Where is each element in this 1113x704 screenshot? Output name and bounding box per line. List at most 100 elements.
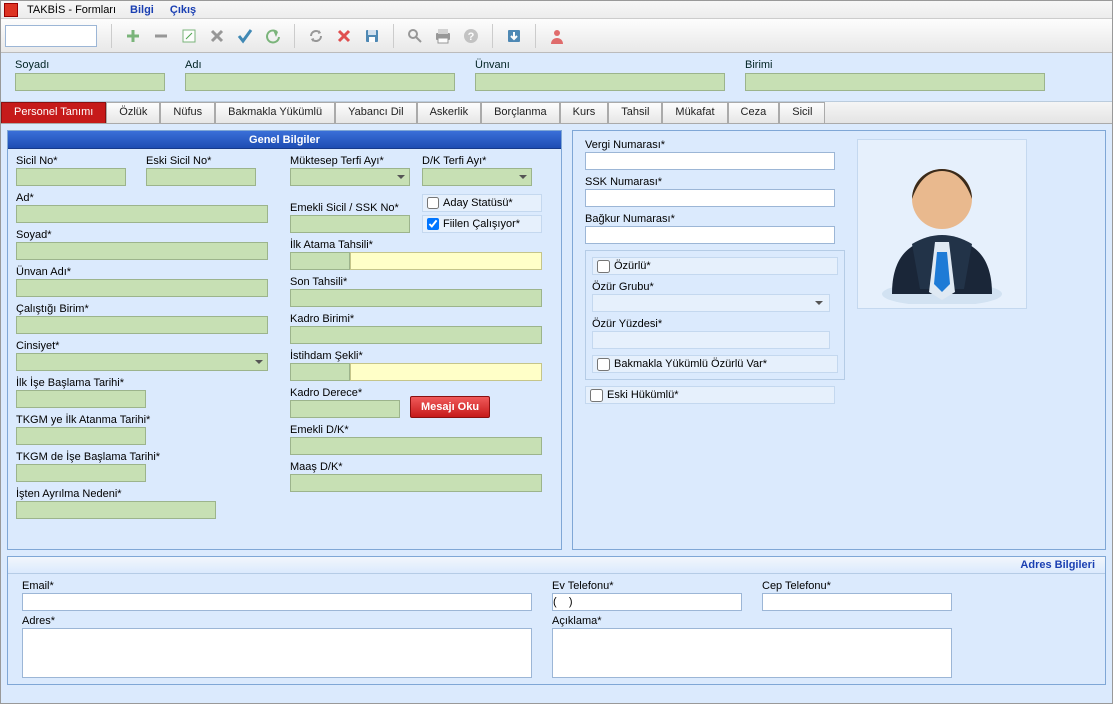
fld-emeklidk[interactable] [290, 437, 542, 455]
fld-eskisicil[interactable] [146, 168, 256, 186]
fld-adres[interactable] [22, 628, 532, 678]
chk-bakmaklaoz[interactable]: Bakmakla Yükümlü Özürlü Var* [592, 355, 838, 373]
fld-tkgmde[interactable] [16, 464, 146, 482]
lbl-soyad: Soyad* [16, 229, 276, 241]
fld-ceptel[interactable] [762, 593, 952, 611]
tab-yabanci[interactable]: Yabancı Dil [335, 102, 416, 123]
delete-button[interactable] [331, 23, 357, 49]
fld-emeklissk[interactable] [290, 215, 410, 233]
toolbar-sep [111, 24, 112, 48]
fld-email[interactable] [22, 593, 532, 611]
cancel-button[interactable] [204, 23, 230, 49]
panel-genel: Genel Bilgiler Sicil No* Eski Sicil No* … [7, 130, 562, 550]
remove-button[interactable] [148, 23, 174, 49]
download-button[interactable] [501, 23, 527, 49]
chk-fiilen[interactable]: Fiilen Çalışıyor* [422, 215, 542, 233]
fld-tkgmilk[interactable] [16, 427, 146, 445]
tab-kurs[interactable]: Kurs [560, 102, 609, 123]
fld-ssk[interactable] [585, 189, 835, 207]
undo-button[interactable] [260, 23, 286, 49]
tab-sicil[interactable]: Sicil [779, 102, 825, 123]
lbl-ad: Ad* [16, 192, 276, 204]
tab-personel[interactable]: Personel Tanımı [1, 102, 106, 123]
fld-istihdam-a[interactable] [290, 363, 350, 381]
panel-genel-title: Genel Bilgiler [8, 131, 561, 149]
chk-eskihukumlu-label: Eski Hükümlü* [607, 389, 679, 401]
filter-birimi-label: Birimi [745, 59, 1045, 71]
fld-dkterfi[interactable] [422, 168, 532, 186]
fld-vergi[interactable] [585, 152, 835, 170]
tab-ozluk[interactable]: Özlük [106, 102, 160, 123]
chk-fiilen-box[interactable] [427, 218, 439, 230]
fld-ilkise[interactable] [16, 390, 146, 408]
fld-istihdam-b[interactable] [350, 363, 542, 381]
tab-askerlik[interactable]: Askerlik [417, 102, 482, 123]
app-icon [4, 3, 18, 17]
fld-aciklama[interactable] [552, 628, 952, 678]
menu-cikis[interactable]: Çıkış [162, 4, 204, 16]
lbl-eskisicil: Eski Sicil No* [146, 155, 256, 167]
fld-calisigi[interactable] [16, 316, 268, 334]
search-button[interactable] [402, 23, 428, 49]
apply-button[interactable] [232, 23, 258, 49]
fld-ilkatama-a[interactable] [290, 252, 350, 270]
toolbar-sep [294, 24, 295, 48]
lbl-ayrilma: İşten Ayrılma Nedeni* [16, 488, 276, 500]
lbl-ozuryuzde: Özür Yüzdesi* [592, 318, 838, 330]
chk-ozurlu-box[interactable] [597, 260, 610, 273]
tab-tahsil[interactable]: Tahsil [608, 102, 662, 123]
filter-adi-value [185, 73, 455, 91]
fld-sicilno[interactable] [16, 168, 126, 186]
add-button[interactable] [120, 23, 146, 49]
print-button[interactable] [430, 23, 456, 49]
chk-ozurlu[interactable]: Özürlü* [592, 257, 838, 275]
chk-bakmaklaoz-box[interactable] [597, 358, 610, 371]
filter-adi-label: Adı [185, 59, 455, 71]
chk-ozurlu-label: Özürlü* [614, 260, 651, 272]
fld-maasdk[interactable] [290, 474, 542, 492]
chk-eskihukumlu[interactable]: Eski Hükümlü* [585, 386, 835, 404]
fld-ad[interactable] [16, 205, 268, 223]
save-button[interactable] [359, 23, 385, 49]
fld-soyad[interactable] [16, 242, 268, 260]
edit-button[interactable] [176, 23, 202, 49]
tab-ceza[interactable]: Ceza [728, 102, 780, 123]
fld-kadroderece[interactable] [290, 400, 400, 418]
help-button[interactable]: ? [458, 23, 484, 49]
fld-unvanadi[interactable] [16, 279, 268, 297]
lbl-ilkise: İlk İşe Başlama Tarihi* [16, 377, 276, 389]
fld-ayrilma[interactable] [16, 501, 216, 519]
fld-evtel[interactable] [552, 593, 742, 611]
menu-bilgi[interactable]: Bilgi [122, 4, 162, 16]
filter-unvani: Ünvanı [475, 59, 725, 91]
chk-aday[interactable]: Aday Statüsü* [422, 194, 542, 212]
fld-ilkatama-b[interactable] [350, 252, 542, 270]
tab-mukafat[interactable]: Mükafat [662, 102, 727, 123]
avatar-icon [867, 144, 1017, 304]
fld-bagkur[interactable] [585, 226, 835, 244]
lbl-tkgmilk: TKGM ye İlk Atanma Tarihi* [16, 414, 276, 426]
app-title: TAKBİS - Formları [21, 4, 122, 16]
avatar [857, 139, 1027, 309]
tab-nufus[interactable]: Nüfus [160, 102, 215, 123]
fld-ozuryuzde[interactable] [592, 331, 830, 349]
lbl-dkterfi: D/K Terfi Ayı* [422, 155, 532, 167]
btn-mesajoku[interactable]: Mesajı Oku [410, 396, 490, 418]
filter-bar: Soyadı Adı Ünvanı Birimi [1, 53, 1112, 102]
user-button[interactable] [544, 23, 570, 49]
fld-cinsiyet[interactable] [16, 353, 268, 371]
lbl-aciklama: Açıklama* [552, 615, 952, 627]
lbl-adres: Adres* [22, 615, 532, 627]
tab-bakmakla[interactable]: Bakmakla Yükümlü [215, 102, 335, 123]
fld-sontahsil[interactable] [290, 289, 542, 307]
fld-ozurgrubu[interactable] [592, 294, 830, 312]
filter-unvani-label: Ünvanı [475, 59, 725, 71]
chk-aday-box[interactable] [427, 197, 439, 209]
toolbar-search-input[interactable] [5, 25, 97, 47]
fld-kadrobirim[interactable] [290, 326, 542, 344]
filter-birimi: Birimi [745, 59, 1045, 91]
tab-borclanma[interactable]: Borçlanma [481, 102, 560, 123]
refresh-button[interactable] [303, 23, 329, 49]
chk-eskihukumlu-box[interactable] [590, 389, 603, 402]
fld-muktesep[interactable] [290, 168, 410, 186]
